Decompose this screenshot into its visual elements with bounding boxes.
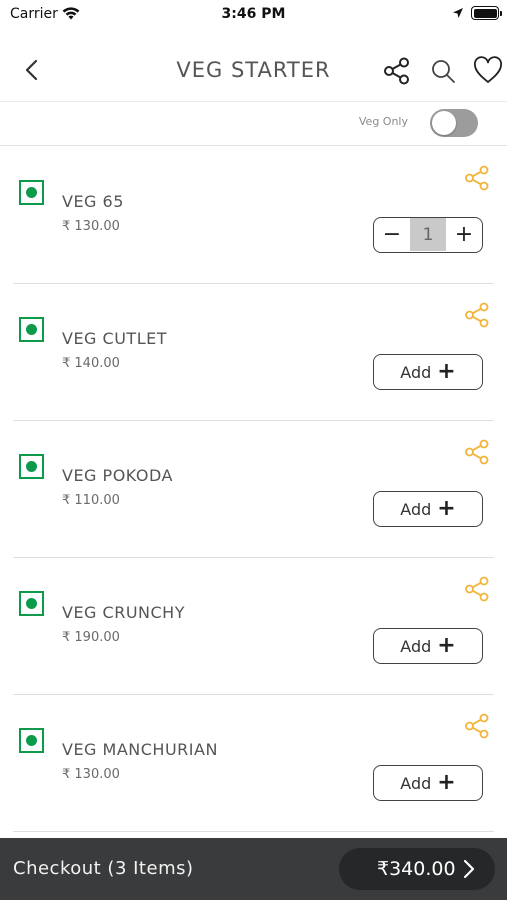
add-button[interactable]: Add + — [373, 491, 483, 527]
item-name: VEG CUTLET — [62, 329, 167, 348]
battery-icon — [471, 6, 502, 20]
plus-icon: + — [437, 770, 456, 795]
plus-icon: + — [437, 496, 456, 521]
item-name: VEG POKODA — [62, 466, 173, 485]
plus-icon: + — [437, 359, 456, 384]
item-price: ₹ 130.00 — [62, 219, 120, 234]
location-arrow-icon — [453, 8, 463, 18]
item-price: ₹ 190.00 — [62, 630, 120, 645]
menu-item: VEG CRUNCHY ₹ 190.00 Add + — [13, 558, 494, 695]
veg-indicator-icon — [19, 591, 44, 616]
veg-indicator-icon — [19, 728, 44, 753]
item-price: ₹ 130.00 — [62, 767, 120, 782]
checkout-total: ₹340.00 — [377, 858, 456, 880]
add-button[interactable]: Add + — [373, 354, 483, 390]
quantity-value: 1 — [410, 218, 446, 251]
veg-only-row: Veg Only — [0, 103, 507, 146]
menu-item: VEG MANCHURIAN ₹ 130.00 Add + — [13, 695, 494, 832]
add-label: Add — [400, 636, 432, 656]
veg-indicator-icon — [19, 454, 44, 479]
veg-only-label: Veg Only — [358, 115, 408, 128]
increment-button[interactable]: + — [446, 218, 482, 251]
checkout-total-button[interactable]: ₹340.00 — [339, 848, 495, 890]
status-bar: Carrier 3:46 PM — [0, 0, 507, 30]
add-label: Add — [400, 773, 432, 793]
item-share-icon[interactable] — [464, 165, 490, 191]
veg-indicator-icon — [19, 180, 44, 205]
add-button[interactable]: Add + — [373, 765, 483, 801]
share-icon[interactable] — [382, 56, 412, 86]
nav-header: VEG STARTER — [0, 38, 507, 102]
quantity-stepper: − 1 + — [373, 217, 483, 253]
plus-icon: + — [437, 633, 456, 658]
item-share-icon[interactable] — [464, 439, 490, 465]
add-button[interactable]: Add + — [373, 628, 483, 664]
add-label: Add — [400, 362, 432, 382]
decrement-button[interactable]: − — [374, 218, 410, 251]
item-price: ₹ 140.00 — [62, 356, 120, 371]
item-price: ₹ 110.00 — [62, 493, 120, 508]
checkout-label: Checkout (3 Items) — [13, 858, 194, 879]
veg-indicator-icon — [19, 317, 44, 342]
menu-item: VEG 65 ₹ 130.00 − 1 + — [13, 147, 494, 284]
search-icon[interactable] — [428, 56, 458, 86]
chevron-right-icon — [463, 859, 475, 879]
item-share-icon[interactable] — [464, 576, 490, 602]
item-share-icon[interactable] — [464, 302, 490, 328]
toggle-knob — [432, 111, 456, 135]
add-label: Add — [400, 499, 432, 519]
veg-only-toggle[interactable] — [430, 109, 478, 137]
heart-icon[interactable] — [473, 56, 503, 86]
item-share-icon[interactable] — [464, 713, 490, 739]
item-name: VEG CRUNCHY — [62, 603, 185, 622]
menu-item: VEG POKODA ₹ 110.00 Add + — [13, 421, 494, 558]
checkout-bar[interactable]: Checkout (3 Items) ₹340.00 — [0, 838, 507, 900]
status-time: 3:46 PM — [221, 6, 286, 22]
item-name: VEG 65 — [62, 192, 124, 211]
menu-item: VEG CUTLET ₹ 140.00 Add + — [13, 284, 494, 421]
item-name: VEG MANCHURIAN — [62, 740, 218, 759]
